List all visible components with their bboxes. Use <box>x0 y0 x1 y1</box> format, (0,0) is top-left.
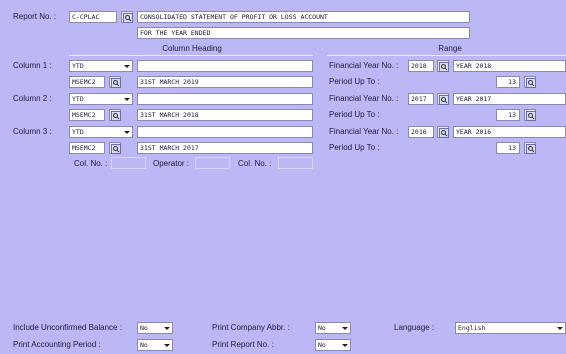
col-no2-label: Col. No. : <box>238 159 272 168</box>
column-1-fy-no-field[interactable]: 2018 <box>408 60 434 72</box>
lookup-icon <box>439 62 449 72</box>
column-1-code-field[interactable]: MSEMC2 <box>69 76 105 88</box>
lookup-icon <box>111 78 121 88</box>
chevron-down-icon <box>557 327 563 330</box>
report-title-line1[interactable]: CONSOLIDATED STATEMENT OF PROFIT OR LOSS… <box>137 11 470 23</box>
column-3-fy-no-field[interactable]: 2016 <box>408 126 434 138</box>
accounting-period-select[interactable]: No <box>137 339 173 351</box>
chevron-down-icon <box>164 344 170 347</box>
lookup-icon <box>439 128 449 138</box>
column-2-fy-name-field: YEAR 2017 <box>453 93 566 105</box>
lookup-icon <box>526 111 536 121</box>
column-3-label: Column 3 : <box>13 127 52 136</box>
column-2-period-label: Period Up To : <box>329 110 380 119</box>
column-2-fy-lookup-button[interactable] <box>437 93 449 105</box>
column-2-period-lookup-button[interactable] <box>524 109 536 121</box>
column-2-code-field[interactable]: MSEMC2 <box>69 109 105 121</box>
accounting-period-value: No <box>140 341 148 349</box>
column-1-lookup-button[interactable] <box>109 76 121 88</box>
chevron-down-icon <box>342 344 348 347</box>
col-no-field <box>111 157 146 169</box>
column-2-description-field[interactable]: 31ST MARCH 2018 <box>137 109 313 121</box>
column-2-label: Column 2 : <box>13 94 52 103</box>
column-3-type-value: YTD <box>72 128 84 136</box>
report-title-line2[interactable]: FOR THE YEAR ENDED <box>137 27 470 39</box>
company-abbr-label: Print Company Abbr. : <box>212 323 290 332</box>
lookup-icon <box>526 144 536 154</box>
column-1-type-value: YTD <box>72 62 84 70</box>
report-no-option-label: Print Report No. : <box>212 340 274 349</box>
column-heading-header: Column Heading <box>162 44 222 53</box>
column-3-period-label: Period Up To : <box>329 143 380 152</box>
column-2-lookup-button[interactable] <box>109 109 121 121</box>
unconfirmed-balance-label: Include Unconfirmed Balance : <box>13 323 122 332</box>
chevron-down-icon <box>342 327 348 330</box>
lookup-icon <box>111 111 121 121</box>
range-divider <box>327 55 566 56</box>
lookup-icon <box>526 78 536 88</box>
company-abbr-select[interactable]: No <box>315 322 351 334</box>
lookup-icon <box>111 144 121 154</box>
language-select[interactable]: English <box>455 322 566 334</box>
range-header: Range <box>438 44 462 53</box>
column-3-fy-name-field: YEAR 2016 <box>453 126 566 138</box>
column-3-lookup-button[interactable] <box>109 142 121 154</box>
unconfirmed-balance-select[interactable]: No <box>137 322 173 334</box>
column-3-heading-field[interactable] <box>137 126 313 138</box>
column-1-period-label: Period Up To : <box>329 77 380 86</box>
col-no-label: Col. No. : <box>74 159 108 168</box>
column-heading-divider <box>69 55 313 56</box>
column-1-heading-field[interactable] <box>137 60 313 72</box>
column-1-fy-name-field: YEAR 2018 <box>453 60 566 72</box>
report-lookup-button[interactable] <box>121 11 133 23</box>
operator-label: Operator : <box>153 159 190 168</box>
language-label: Language : <box>394 323 435 332</box>
column-3-fy-lookup-button[interactable] <box>437 126 449 138</box>
column-3-fy-label: Financial Year No. : <box>329 127 399 136</box>
column-2-fy-label: Financial Year No. : <box>329 94 399 103</box>
column-3-code-field[interactable]: MSEMC2 <box>69 142 105 154</box>
column-1-period-field[interactable]: 13 <box>496 76 520 88</box>
column-1-fy-label: Financial Year No. : <box>329 61 399 70</box>
language-value: English <box>458 324 486 332</box>
column-2-fy-no-field[interactable]: 2017 <box>408 93 434 105</box>
company-abbr-value: No <box>318 324 326 332</box>
lookup-icon <box>123 13 133 23</box>
chevron-down-icon <box>124 98 130 101</box>
column-3-period-lookup-button[interactable] <box>524 142 536 154</box>
lookup-icon <box>439 95 449 105</box>
accounting-period-label: Print Accounting Period : <box>13 340 101 349</box>
column-2-heading-field[interactable] <box>137 93 313 105</box>
column-3-description-field[interactable]: 31ST MARCH 2017 <box>137 142 313 154</box>
unconfirmed-balance-value: No <box>140 324 148 332</box>
column-1-fy-lookup-button[interactable] <box>437 60 449 72</box>
column-1-description-field[interactable]: 31ST MARCH 2019 <box>137 76 313 88</box>
column-1-label: Column 1 : <box>13 61 52 70</box>
report-no-label: Report No. : <box>13 12 57 21</box>
column-3-period-field[interactable]: 13 <box>496 142 520 154</box>
report-code-field[interactable]: C-CPLAC <box>69 11 117 23</box>
chevron-down-icon <box>164 327 170 330</box>
chevron-down-icon <box>124 131 130 134</box>
column-2-type-select[interactable]: YTD <box>69 93 133 105</box>
column-2-type-value: YTD <box>72 95 84 103</box>
column-1-period-lookup-button[interactable] <box>524 76 536 88</box>
column-3-type-select[interactable]: YTD <box>69 126 133 138</box>
report-no-value: No <box>318 341 326 349</box>
report-no-select[interactable]: No <box>315 339 351 351</box>
column-2-period-field[interactable]: 13 <box>496 109 520 121</box>
chevron-down-icon <box>124 65 130 68</box>
col-no2-field <box>278 157 313 169</box>
column-1-type-select[interactable]: YTD <box>69 60 133 72</box>
operator-field <box>195 157 230 169</box>
